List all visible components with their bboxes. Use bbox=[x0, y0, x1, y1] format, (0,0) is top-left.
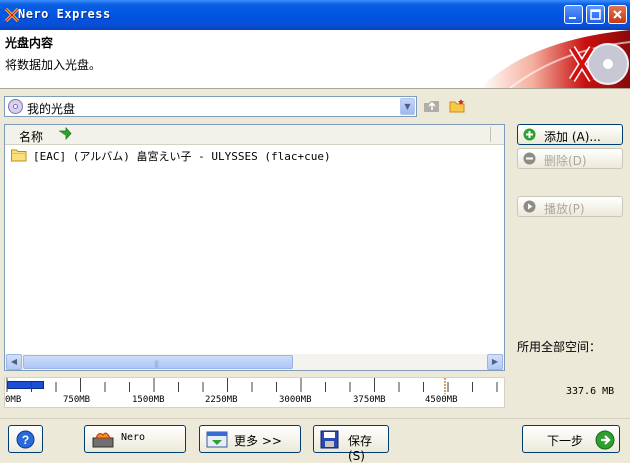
ruler-label-2250: 2250MB bbox=[205, 395, 238, 405]
horizontal-scrollbar[interactable]: ◀ ||| ▶ bbox=[5, 354, 504, 370]
disc-selector[interactable]: 我的光盘 ▼ bbox=[4, 96, 417, 117]
nero-button[interactable]: Nero bbox=[84, 425, 186, 453]
column-name-header[interactable]: 名称 bbox=[19, 128, 43, 145]
minimize-button[interactable] bbox=[564, 5, 583, 24]
chevron-down-icon[interactable]: ▼ bbox=[400, 98, 415, 115]
disc-selector-value: 我的光盘 bbox=[27, 102, 76, 116]
more-options-icon bbox=[206, 431, 228, 448]
play-button-label: 播放(P) bbox=[544, 202, 585, 216]
next-button-label: 下一步 bbox=[547, 434, 584, 448]
scroll-right-button[interactable]: ▶ bbox=[487, 354, 503, 370]
page-title: 光盘内容 bbox=[5, 36, 54, 50]
page-subtitle: 将数据加入光盘。 bbox=[5, 58, 102, 72]
minimize-icon bbox=[569, 17, 576, 19]
play-icon bbox=[523, 200, 536, 213]
delete-button[interactable]: 删除(D) bbox=[517, 148, 623, 169]
scrollbar-grip-icon: ||| bbox=[154, 360, 159, 368]
save-button-label: 保存(S) bbox=[348, 434, 373, 463]
list-header[interactable]: 名称 bbox=[5, 125, 504, 145]
help-icon: ? bbox=[16, 430, 35, 449]
scrollbar-thumb[interactable]: ||| bbox=[23, 355, 293, 369]
add-icon bbox=[523, 128, 536, 141]
ruler-label-1500: 1500MB bbox=[132, 395, 165, 405]
scroll-left-button[interactable]: ◀ bbox=[6, 354, 22, 370]
save-icon bbox=[320, 430, 339, 449]
play-button[interactable]: 播放(P) bbox=[517, 196, 623, 217]
ruler-label-0: 0MB bbox=[5, 395, 22, 405]
list-item-name: [EAC] (アルバム) 畠宮えい子 - ULYSSES (flac+cue) bbox=[33, 150, 331, 163]
folder-icon bbox=[11, 149, 27, 162]
next-button[interactable]: 下一步 bbox=[522, 425, 620, 453]
ruler-label-4500: 4500MB bbox=[425, 395, 458, 405]
ruler-label-750: 750MB bbox=[63, 395, 91, 405]
list-item[interactable]: [EAC] (アルバム) 畠宮えい子 - ULYSSES (flac+cue) bbox=[9, 147, 500, 163]
add-button[interactable]: 添加 (A)... bbox=[517, 124, 623, 145]
save-button[interactable]: 保存(S) bbox=[313, 425, 389, 463]
wizard-header: 光盘内容 将数据加入光盘。 bbox=[0, 30, 630, 89]
add-button-label: 添加 (A)... bbox=[544, 130, 601, 144]
svg-text:?: ? bbox=[22, 433, 29, 447]
total-space-value: 337.6 MB bbox=[566, 386, 615, 397]
file-list[interactable]: 名称 [EAC] (アルバム) 畠宮えい子 - ULYSSES (flac+cu… bbox=[4, 124, 505, 371]
help-button[interactable]: ? bbox=[8, 425, 43, 453]
title-bar[interactable]: Nero Express bbox=[0, 0, 630, 30]
nero-logo bbox=[480, 30, 630, 88]
column-divider[interactable] bbox=[490, 127, 491, 142]
parent-folder-icon[interactable] bbox=[423, 98, 441, 114]
more-button[interactable]: 更多 >> bbox=[199, 425, 301, 453]
maximize-icon bbox=[590, 9, 601, 20]
more-button-label: 更多 >> bbox=[234, 434, 282, 448]
sort-arrow-icon bbox=[59, 127, 72, 141]
nero-button-label: Nero bbox=[121, 432, 146, 443]
ruler-label-3000: 3000MB bbox=[279, 395, 312, 405]
disc-icon bbox=[8, 99, 23, 114]
next-arrow-icon bbox=[595, 430, 615, 450]
close-button[interactable] bbox=[608, 5, 627, 24]
remove-icon bbox=[523, 152, 536, 165]
close-icon bbox=[613, 10, 622, 19]
new-folder-icon[interactable] bbox=[449, 98, 467, 114]
ruler-label-3750: 3750MB bbox=[353, 395, 386, 405]
delete-button-label: 删除(D) bbox=[544, 154, 587, 168]
window-title: Nero Express bbox=[18, 7, 111, 21]
total-space-label: 所用全部空间： bbox=[517, 340, 602, 354]
ruler-ticks bbox=[6, 378, 498, 394]
capacity-bar: 0MB 750MB 1500MB 2250MB 3000MB 3750MB 45… bbox=[4, 377, 505, 408]
nero-burn-icon bbox=[92, 432, 114, 448]
maximize-button[interactable] bbox=[586, 5, 605, 24]
